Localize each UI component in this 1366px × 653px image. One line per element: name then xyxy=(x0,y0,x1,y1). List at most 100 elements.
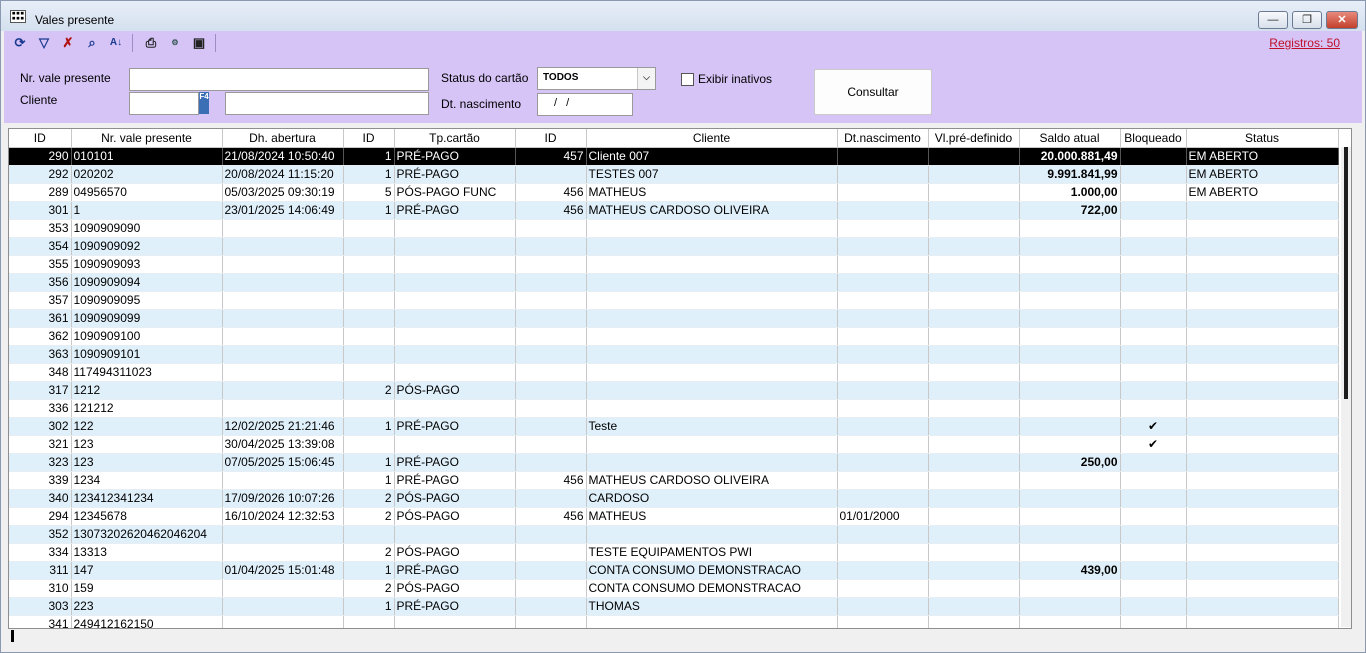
table-cell xyxy=(837,489,929,508)
dt-nascimento-input[interactable]: / / xyxy=(537,93,633,116)
filter-icon[interactable]: ▽ xyxy=(36,34,52,52)
table-cell xyxy=(837,327,929,346)
table-cell: 362 xyxy=(9,327,72,346)
table-cell xyxy=(837,597,929,616)
table-row[interactable]: 354 1090909092 xyxy=(9,237,1339,256)
column-header[interactable]: ID xyxy=(343,129,395,148)
table-row[interactable]: 292 020202 20/08/2024 11:15:20 1 PRÉ-PAGO TES… xyxy=(9,165,1339,184)
export-icon[interactable]: ⚙ xyxy=(167,34,183,52)
table-cell: PÓS-PAGO xyxy=(394,543,516,562)
column-header[interactable]: Tp.cartão xyxy=(394,129,516,148)
table-row[interactable]: 341 249412162150 xyxy=(9,615,1339,628)
table-cell xyxy=(222,471,344,490)
table-cell xyxy=(1186,291,1339,310)
table-cell xyxy=(515,165,587,184)
table-row[interactable]: 355 1090909093 xyxy=(9,255,1339,274)
table-cell xyxy=(1120,255,1187,274)
table-row[interactable]: 302 122 12/02/2025 21:21:46 1 PRÉ-PAGO Teste ✔ xyxy=(9,417,1339,436)
refresh-icon[interactable]: ⟳ xyxy=(12,34,28,52)
table-row[interactable]: 301 1 23/01/2025 14:06:49 1 PRÉ-PAGO 456 MATHE… xyxy=(9,201,1339,220)
nr-vale-input[interactable] xyxy=(129,68,429,91)
save-icon[interactable]: ▣ xyxy=(191,34,207,52)
cliente-name-input[interactable] xyxy=(225,92,429,115)
column-header[interactable]: Vl.pré-definido xyxy=(928,129,1020,148)
table-row[interactable]: 361 1090909099 xyxy=(9,309,1339,328)
column-header[interactable]: Dt.nascimento xyxy=(837,129,929,148)
table-row[interactable]: 362 1090909100 xyxy=(9,327,1339,346)
table-cell xyxy=(837,435,929,454)
table-cell: 1090909095 xyxy=(71,291,223,310)
table-cell xyxy=(1120,165,1187,184)
table-cell xyxy=(222,273,344,292)
clear-filter-icon[interactable]: ✗ xyxy=(60,34,76,52)
horizontal-scrollbar-thumb[interactable] xyxy=(11,630,14,642)
table-row[interactable]: 321 123 30/04/2025 13:39:08 ✔ xyxy=(9,435,1339,454)
table-cell xyxy=(1019,489,1121,508)
table-row[interactable]: 348 117494311023 xyxy=(9,363,1339,382)
consultar-button[interactable]: Consultar xyxy=(814,69,932,115)
column-header[interactable]: Bloqueado xyxy=(1120,129,1187,148)
table-cell xyxy=(928,255,1020,274)
table-cell xyxy=(343,363,395,382)
table-cell xyxy=(343,237,395,256)
cliente-id-input[interactable] xyxy=(129,92,199,115)
table-row[interactable]: 289 04956570 05/03/2025 09:30:19 5 PÓS-PAGO … xyxy=(9,183,1339,202)
minimize-button[interactable]: — xyxy=(1258,11,1288,29)
table-cell xyxy=(515,579,587,598)
table-cell: 439,00 xyxy=(1019,561,1121,580)
column-header[interactable]: ID xyxy=(515,129,587,148)
table-cell xyxy=(837,219,929,238)
table-row[interactable]: 339 1234 1 PRÉ-PAGO 456 MATHEUS CARDOSO OLIVE… xyxy=(9,471,1339,490)
table-cell xyxy=(1186,453,1339,472)
table-cell xyxy=(837,165,929,184)
table-cell xyxy=(1019,219,1121,238)
column-header[interactable]: Cliente xyxy=(586,129,838,148)
table-cell: 05/03/2025 09:30:19 xyxy=(222,183,344,202)
table-row[interactable]: 303 223 1 PRÉ-PAGO THOMAS xyxy=(9,597,1339,616)
table-cell: PRÉ-PAGO xyxy=(394,597,516,616)
table-row[interactable]: 353 1090909090 xyxy=(9,219,1339,238)
table-cell xyxy=(1120,309,1187,328)
table-cell xyxy=(586,219,838,238)
table-row[interactable]: 336 121212 xyxy=(9,399,1339,418)
table-cell xyxy=(1019,345,1121,364)
table-cell: 1 xyxy=(343,165,395,184)
column-header[interactable]: ID xyxy=(9,129,72,148)
table-row[interactable]: 310 159 2 PÓS-PAGO CONTA CONSUMO DEMONSTRACA… xyxy=(9,579,1339,598)
table-cell xyxy=(586,291,838,310)
f4-lookup-icon[interactable]: F4 xyxy=(199,92,209,114)
table-cell xyxy=(586,345,838,364)
table-row[interactable]: 357 1090909095 xyxy=(9,291,1339,310)
table-row[interactable]: 323 123 07/05/2025 15:06:45 1 PRÉ-PAGO 250,00 xyxy=(9,453,1339,472)
scrollbar-thumb[interactable] xyxy=(1344,147,1348,399)
table-row[interactable]: 340 123412341234 17/09/2026 10:07:26 2 PÓS-P… xyxy=(9,489,1339,508)
restore-button[interactable]: ❐ xyxy=(1292,11,1322,29)
table-cell xyxy=(222,255,344,274)
table-cell xyxy=(394,255,516,274)
vertical-scrollbar[interactable] xyxy=(1341,147,1351,627)
print-icon[interactable]: ⎙ xyxy=(143,34,159,52)
close-button[interactable]: ✕ xyxy=(1326,11,1358,29)
table-cell xyxy=(343,219,395,238)
table-row[interactable]: 334 13313 2 PÓS-PAGO TESTE EQUIPAMENTOS PWI xyxy=(9,543,1339,562)
horizontal-scrollbar[interactable] xyxy=(8,629,1352,643)
table-row[interactable]: 352 13073202620462046204 xyxy=(9,525,1339,544)
table-row[interactable]: 311 147 01/04/2025 15:01:48 1 PRÉ-PAGO CONTA … xyxy=(9,561,1339,580)
table-row[interactable]: 317 1212 2 PÓS-PAGO xyxy=(9,381,1339,400)
column-header[interactable]: Nr. vale presente xyxy=(71,129,223,148)
column-header[interactable]: Dh. abertura xyxy=(222,129,344,148)
table-cell xyxy=(394,615,516,628)
exibir-inativos-checkbox[interactable] xyxy=(681,73,694,86)
table-row[interactable]: 356 1090909094 xyxy=(9,273,1339,292)
table-row[interactable]: 294 12345678 16/10/2024 12:32:53 2 PÓS-PAGO 4… xyxy=(9,507,1339,526)
table-row[interactable]: 290 010101 21/08/2024 10:50:40 1 PRÉ-PAGO 457… xyxy=(9,147,1339,166)
search-icon[interactable]: ⌕ xyxy=(84,34,100,52)
table-row[interactable]: 363 1090909101 xyxy=(9,345,1339,364)
registros-link[interactable]: Registros: 50 xyxy=(1269,36,1340,50)
sort-icon[interactable]: A↓ xyxy=(108,34,124,52)
table-cell xyxy=(1019,507,1121,526)
column-header[interactable]: Saldo atual xyxy=(1019,129,1121,148)
column-header[interactable]: Status xyxy=(1186,129,1339,148)
chevron-down-icon[interactable]: ⌵ xyxy=(637,68,655,89)
status-select[interactable]: TODOS ⌵ xyxy=(537,67,656,90)
